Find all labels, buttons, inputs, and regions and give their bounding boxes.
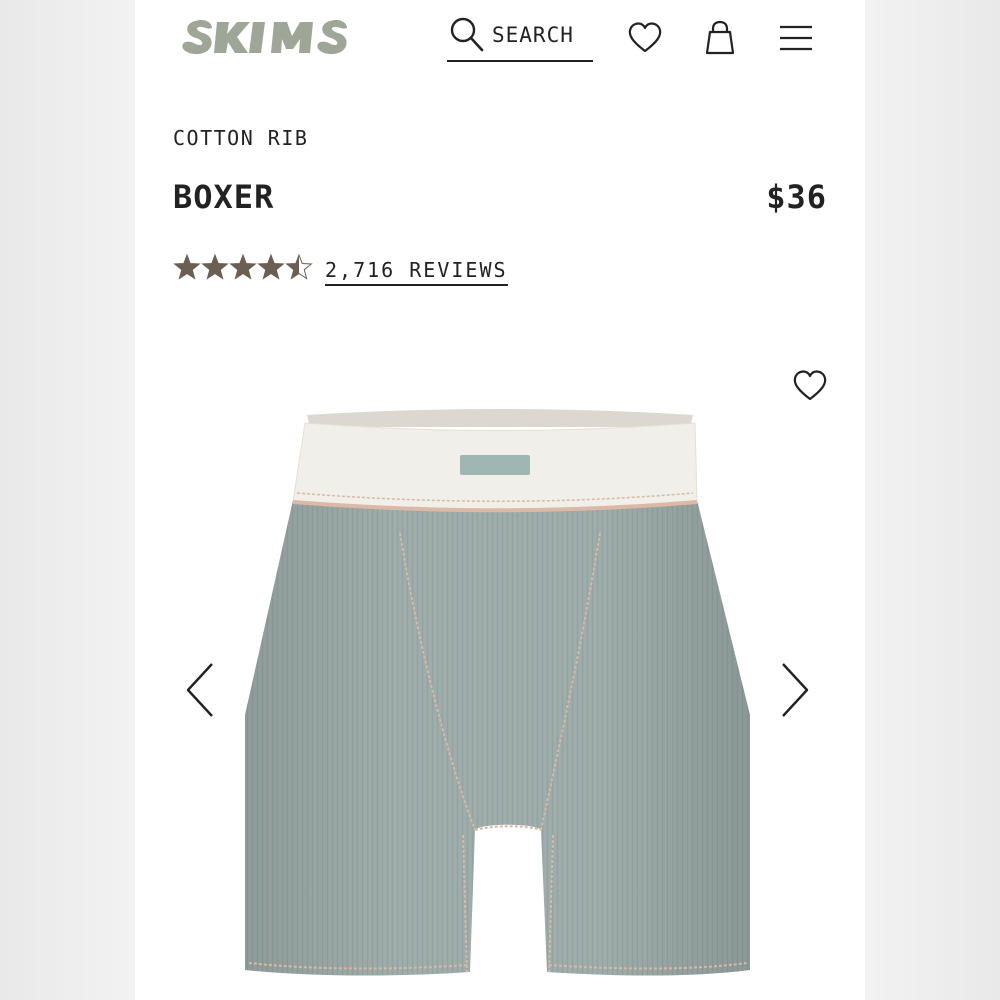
backdrop-right (865, 0, 1000, 1000)
hamburger-menu-icon[interactable] (775, 18, 815, 58)
product-collection: COTTON RIB (173, 126, 309, 150)
search-label[interactable]: SEARCH (492, 23, 574, 47)
star-icon (173, 253, 201, 280)
product-image (245, 409, 750, 976)
search-icon[interactable] (447, 14, 487, 56)
product-price: $36 (766, 178, 827, 216)
chevron-right-icon[interactable] (775, 660, 815, 720)
product-gallery (135, 360, 865, 1000)
search-bar[interactable]: SEARCH (447, 14, 593, 62)
star-icon (201, 253, 229, 280)
shopping-bag-icon[interactable] (700, 18, 740, 58)
star-icon (257, 253, 285, 280)
product-page: SEARCH COTTON RIB BOXER $36 2,716 REVIEW… (135, 0, 865, 1000)
reviews-link[interactable]: 2,716 REVIEWS (325, 258, 508, 286)
heart-icon[interactable] (625, 18, 665, 58)
star-rating[interactable] (173, 252, 313, 284)
product-title: BOXER (173, 178, 275, 216)
star-icon (229, 253, 257, 280)
heart-icon[interactable] (790, 366, 830, 406)
chevron-left-icon[interactable] (180, 660, 220, 720)
backdrop-left (0, 0, 135, 1000)
brand-logo[interactable] (179, 12, 369, 62)
star-icon (285, 253, 313, 280)
